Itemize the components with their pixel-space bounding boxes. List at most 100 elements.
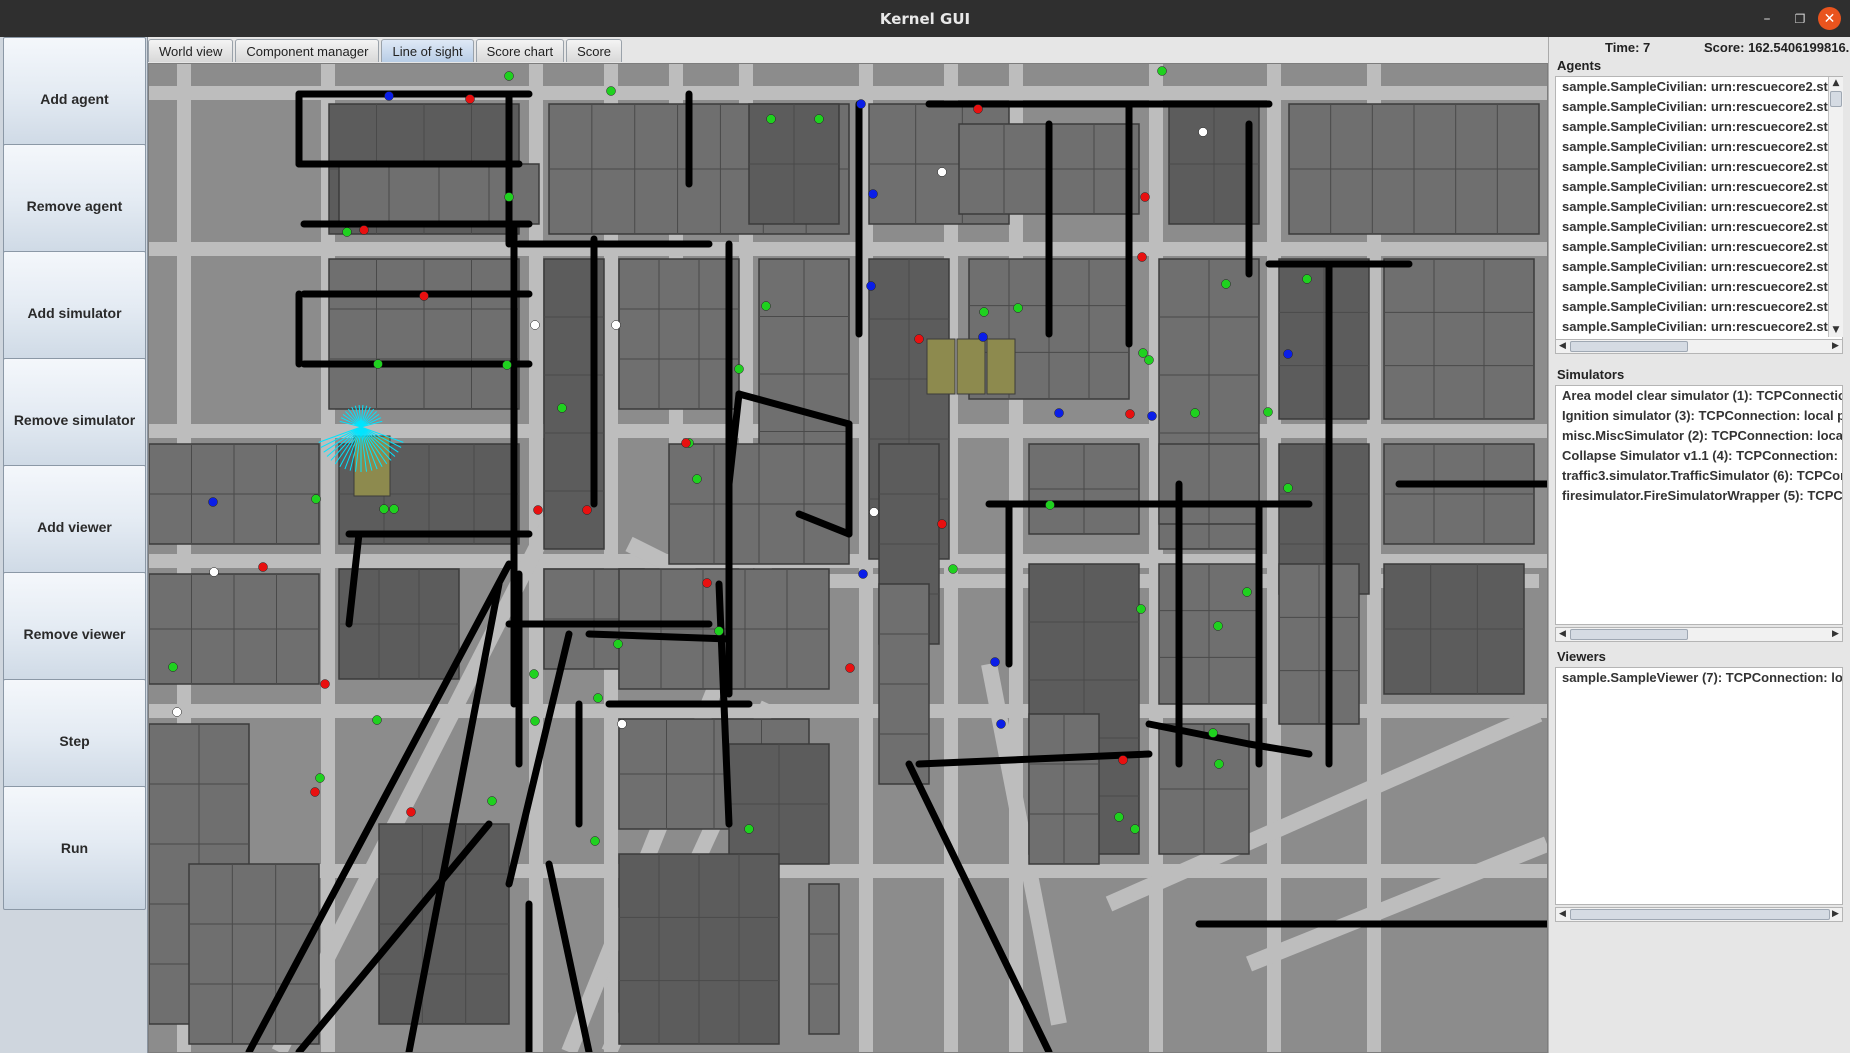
- simulators-list[interactable]: Area model clear simulator (1): TCPConne…: [1555, 385, 1843, 625]
- scroll-up-icon[interactable]: ▲: [1829, 77, 1843, 90]
- civilian-agent: [311, 494, 321, 504]
- scroll-thumb[interactable]: [1570, 909, 1830, 920]
- remove-simulator-button[interactable]: Remove simulator: [3, 358, 146, 482]
- run-button[interactable]: Run: [3, 786, 146, 910]
- agent-list-item[interactable]: sample.SampleCivilian: urn:rescuecore2.s…: [1556, 177, 1842, 197]
- add-viewer-button[interactable]: Add viewer: [3, 465, 146, 589]
- civilian-agent: [1114, 812, 1124, 822]
- tab-score[interactable]: Score: [566, 39, 623, 62]
- map-view[interactable]: [148, 63, 1548, 1053]
- agent-list-item[interactable]: sample.SampleCivilian: urn:rescuecore2.s…: [1556, 217, 1842, 237]
- highlighted-building: [353, 435, 391, 497]
- remove-viewer-button[interactable]: Remove viewer: [3, 572, 146, 696]
- civilian-agent: [1138, 348, 1148, 358]
- agents-horizontal-scrollbar[interactable]: ◀ ▶: [1555, 339, 1843, 354]
- right-panel: Time: 7 Score: 162.5406199816... Agents …: [1548, 37, 1850, 1053]
- add-simulator-button[interactable]: Add simulator: [3, 251, 146, 375]
- fire-agent: [310, 787, 320, 797]
- minimize-icon[interactable]: –: [1755, 0, 1779, 37]
- agent-list-item[interactable]: sample.SampleCivilian: urn:rescuecore2.s…: [1556, 97, 1842, 117]
- civilian-agent: [168, 662, 178, 672]
- simulator-list-item[interactable]: Area model clear simulator (1): TCPConne…: [1556, 386, 1842, 406]
- scroll-left-icon[interactable]: ◀: [1556, 908, 1569, 921]
- scroll-right-icon[interactable]: ▶: [1829, 340, 1842, 353]
- civilian-agent: [1013, 303, 1023, 313]
- civilian-agent: [590, 836, 600, 846]
- simulator-list-item[interactable]: misc.MiscSimulator (2): TCPConnection: l…: [1556, 426, 1842, 446]
- civilian-agent: [593, 693, 603, 703]
- fire-agent: [937, 519, 947, 529]
- scroll-right-icon[interactable]: ▶: [1829, 628, 1842, 641]
- civilian-agent: [1213, 621, 1223, 631]
- step-button[interactable]: Step: [3, 679, 146, 803]
- agent-list-item[interactable]: sample.SampleCivilian: urn:rescuecore2.s…: [1556, 157, 1842, 177]
- scroll-thumb[interactable]: [1570, 629, 1688, 640]
- simulator-list-item[interactable]: traffic3.simulator.TrafficSimulator (6):…: [1556, 466, 1842, 486]
- simulators-title: Simulators: [1557, 367, 1625, 382]
- tab-score-chart[interactable]: Score chart: [475, 39, 565, 62]
- time-label: Time: 7: [1605, 40, 1651, 55]
- ambulance-agent: [617, 719, 627, 729]
- civilian-agent: [529, 669, 539, 679]
- fire-agent: [702, 578, 712, 588]
- simulators-horizontal-scrollbar[interactable]: ◀ ▶: [1555, 627, 1843, 642]
- viewers-list[interactable]: sample.SampleViewer (7): TCPConnection: …: [1555, 667, 1843, 905]
- civilian-agent: [372, 715, 382, 725]
- agent-list-item[interactable]: sample.SampleCivilian: urn:rescuecore2.s…: [1556, 277, 1842, 297]
- road-segment: [149, 864, 1547, 878]
- agent-list-item[interactable]: sample.SampleCivilian: urn:rescuecore2.s…: [1556, 237, 1842, 257]
- add-agent-button[interactable]: Add agent: [3, 37, 146, 161]
- close-icon[interactable]: ✕: [1818, 7, 1841, 30]
- fire-agent: [1137, 252, 1147, 262]
- scroll-thumb[interactable]: [1830, 91, 1842, 107]
- window-title: Kernel GUI: [879, 9, 971, 28]
- simulator-list-item[interactable]: firesimulator.FireSimulatorWrapper (5): …: [1556, 486, 1842, 506]
- civilian-agent: [1302, 274, 1312, 284]
- road-segment: [1149, 64, 1163, 1052]
- scroll-down-icon[interactable]: ▼: [1829, 324, 1843, 337]
- scroll-right-icon[interactable]: ▶: [1829, 908, 1842, 921]
- agent-list-item[interactable]: sample.SampleCivilian: urn:rescuecore2.s…: [1556, 137, 1842, 157]
- scroll-thumb[interactable]: [1570, 341, 1688, 352]
- civilian-agent: [1242, 587, 1252, 597]
- fire-agent: [1140, 192, 1150, 202]
- civilian-agent: [948, 564, 958, 574]
- agents-vertical-scrollbar[interactable]: ▲ ▼: [1828, 77, 1843, 337]
- agent-list-item[interactable]: sample.SampleCivilian: urn:rescuecore2.s…: [1556, 197, 1842, 217]
- fire-agent: [320, 679, 330, 689]
- civilian-agent: [530, 716, 540, 726]
- agent-list-item[interactable]: sample.SampleCivilian: urn:rescuecore2.s…: [1556, 117, 1842, 137]
- maximize-icon[interactable]: ❐: [1788, 0, 1812, 37]
- agent-list-item[interactable]: sample.SampleCivilian: urn:rescuecore2.s…: [1556, 257, 1842, 277]
- viewers-horizontal-scrollbar[interactable]: ◀ ▶: [1555, 907, 1843, 922]
- scroll-left-icon[interactable]: ◀: [1556, 628, 1569, 641]
- fire-agent: [533, 505, 543, 515]
- ambulance-agent: [172, 707, 182, 717]
- police-agent: [1054, 408, 1064, 418]
- civilian-agent: [342, 227, 352, 237]
- agent-list-item[interactable]: sample.SampleCivilian: urn:rescuecore2.s…: [1556, 77, 1842, 97]
- remove-agent-button[interactable]: Remove agent: [3, 144, 146, 268]
- agent-list-item[interactable]: sample.SampleCivilian: urn:rescuecore2.s…: [1556, 297, 1842, 317]
- agent-list-item[interactable]: sample.SampleCivilian: urn:rescuecore2.s…: [1556, 317, 1842, 337]
- fire-agent: [359, 225, 369, 235]
- viewer-list-item[interactable]: sample.SampleViewer (7): TCPConnection: …: [1556, 668, 1842, 688]
- city-map[interactable]: [149, 64, 1547, 1052]
- agents-list[interactable]: sample.SampleCivilian: urn:rescuecore2.s…: [1555, 76, 1843, 354]
- tab-line-of-sight[interactable]: Line of sight: [381, 39, 474, 62]
- highlighted-building: [986, 338, 1016, 395]
- police-agent: [856, 99, 866, 109]
- status-row: Time: 7 Score: 162.5406199816...: [1549, 37, 1850, 59]
- police-agent: [978, 332, 988, 342]
- civilian-agent: [766, 114, 776, 124]
- police-agent: [384, 91, 394, 101]
- civilian-agent: [379, 504, 389, 514]
- simulator-list-item[interactable]: Ignition simulator (3): TCPConnection: l…: [1556, 406, 1842, 426]
- civilian-agent: [979, 307, 989, 317]
- scroll-left-icon[interactable]: ◀: [1556, 340, 1569, 353]
- tab-component-manager[interactable]: Component manager: [235, 39, 380, 62]
- simulator-list-item[interactable]: Collapse Simulator v1.1 (4): TCPConnecti…: [1556, 446, 1842, 466]
- title-bar: Kernel GUI – ❐ ✕: [0, 0, 1850, 37]
- tab-world-view[interactable]: World view: [148, 39, 234, 62]
- civilian-agent: [487, 796, 497, 806]
